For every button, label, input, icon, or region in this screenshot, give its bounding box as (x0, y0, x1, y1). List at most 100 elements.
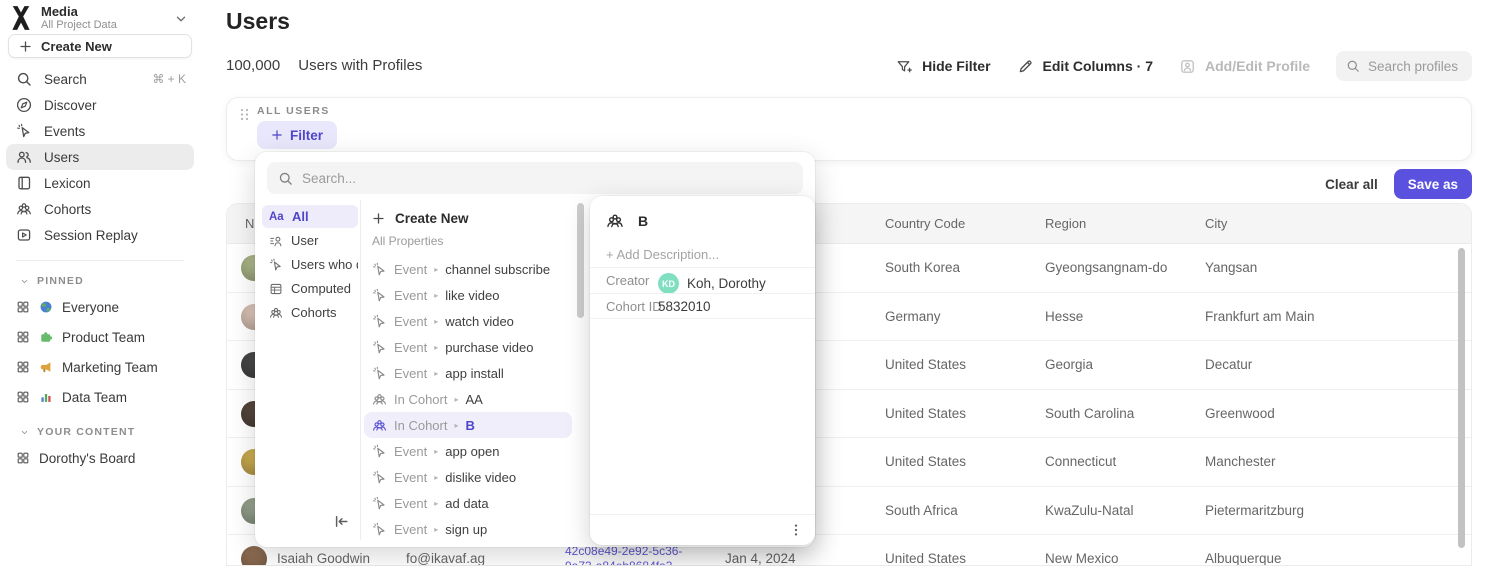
add-filter-button[interactable]: Filter (257, 121, 337, 149)
property-item-event-sign-up[interactable]: Event▸sign up (364, 516, 572, 542)
sidebar-item-search[interactable]: Search⌘ + K (6, 66, 194, 92)
dropdown-scrollbar-thumb[interactable] (577, 203, 584, 318)
property-prefix: In Cohort (394, 418, 447, 433)
sidebar-item-data-team[interactable]: Data Team (6, 382, 194, 412)
filter-category-cohorts[interactable]: Cohorts (262, 301, 358, 324)
hide-filter-button[interactable]: Hide Filter (896, 58, 990, 75)
sidebar-item-everyone[interactable]: Everyone (6, 292, 194, 322)
cell-city: Manchester (1205, 454, 1276, 469)
chevron-down-icon[interactable] (174, 12, 188, 26)
sidebar-item-dorothys-board[interactable]: Dorothy's Board (6, 443, 194, 473)
event-icon (372, 288, 387, 303)
plus-icon (19, 40, 32, 53)
sidebar-item-discover[interactable]: Discover (6, 92, 194, 118)
cohort-id-value: 5832010 (658, 299, 711, 314)
sidebar-item-events[interactable]: Events (6, 118, 194, 144)
property-item-event-channel-subscribe[interactable]: Event▸channel subscribe (364, 256, 572, 282)
property-item-event-purchase-video[interactable]: Event▸purchase video (364, 334, 572, 360)
board-icon (16, 390, 30, 404)
session-replay-icon (16, 227, 32, 243)
cohorts-icon (269, 306, 283, 320)
collapse-left-icon[interactable] (333, 513, 350, 530)
table-scrollbar-thumb[interactable] (1458, 248, 1465, 548)
users-icon (16, 149, 32, 165)
property-item-cohort-AA[interactable]: In Cohort▸AA (364, 386, 572, 412)
dropdown-create-new-button[interactable]: Create New (364, 205, 477, 231)
property-name: purchase video (445, 340, 533, 355)
shortcut-hint: ⌘ + K (152, 72, 186, 86)
board-label: Product Team (62, 330, 145, 345)
event-icon (372, 366, 387, 381)
creator-name: Koh, Dorothy (687, 276, 766, 291)
lexicon-icon (16, 175, 32, 191)
event-icon (372, 340, 387, 355)
filter-category-all[interactable]: AaAll (262, 205, 358, 228)
event-icon (372, 496, 387, 511)
property-item-event-app-install[interactable]: Event▸app install (364, 360, 572, 386)
cohort-icon (606, 212, 624, 230)
add-edit-profile-button[interactable]: Add/Edit Profile (1179, 58, 1310, 75)
dropdown-search-box[interactable] (267, 162, 803, 194)
property-item-event-dislike-video[interactable]: Event▸dislike video (364, 464, 572, 490)
filter-category-computed[interactable]: Computed (262, 277, 358, 300)
sidebar-item-lexicon[interactable]: Lexicon (6, 170, 194, 196)
cell-name: Isaiah Goodwin (277, 551, 370, 566)
clear-all-button[interactable]: Clear all (1325, 177, 1378, 192)
pencil-icon (1017, 58, 1034, 75)
main-content: Users 100,000 Users with Profiles Hide F… (200, 0, 1500, 566)
section-header[interactable]: YOUR CONTENT (6, 421, 194, 443)
create-new-button[interactable]: Create New (8, 34, 192, 58)
property-name: AA (466, 392, 483, 407)
dropdown-categories: AaAllUserUsers who di...ComputedCohorts (262, 205, 358, 325)
cell-user-id[interactable]: 42c08e49-2e92-5c36-9a73-a84eb8684fa3 (565, 544, 685, 566)
column-header-region[interactable]: Region (1045, 216, 1086, 231)
sidebar-item-cohorts[interactable]: Cohorts (6, 196, 194, 222)
property-item-event-ad-data[interactable]: Event▸ad data (364, 490, 572, 516)
dropdown-search-input[interactable] (302, 171, 602, 186)
cell-country: United States (885, 454, 966, 469)
cell-email: fo@ikavaf.ag (406, 551, 485, 566)
drag-handle-icon[interactable] (238, 107, 251, 122)
search-icon (1346, 59, 1360, 73)
category-label: All (292, 209, 309, 224)
user-badge-icon (269, 234, 283, 248)
board-icon (16, 330, 30, 344)
filter-category-users-who-did[interactable]: Users who di... (262, 253, 358, 276)
add-description-button[interactable]: + Add Description... (606, 247, 719, 262)
workspace-switcher[interactable]: Media All Project Data (10, 4, 194, 32)
sidebar-item-product-team[interactable]: Product Team (6, 322, 194, 352)
more-options-icon[interactable] (788, 522, 804, 538)
sidebar-item-marketing-team[interactable]: Marketing Team (6, 352, 194, 382)
property-item-event-watch-video[interactable]: Event▸watch video (364, 308, 572, 334)
cell-country: United States (885, 357, 966, 372)
sidebar-item-session-replay[interactable]: Session Replay (6, 222, 194, 248)
cell-region: Gyeongsangnam-do (1045, 260, 1167, 275)
edit-columns-button[interactable]: Edit Columns · 7 (1017, 58, 1153, 75)
computed-icon (269, 282, 283, 296)
filter-category-user[interactable]: User (262, 229, 358, 252)
cell-region: KwaZulu-Natal (1045, 503, 1134, 518)
sidebar: Media All Project Data Create New Search… (0, 0, 200, 566)
property-item-event-like-video[interactable]: Event▸like video (364, 282, 572, 308)
cohort-id-row: Cohort ID 5832010 (590, 293, 815, 319)
sidebar-item-users[interactable]: Users (6, 144, 194, 170)
search-profiles-input[interactable] (1368, 59, 1462, 74)
save-as-button[interactable]: Save as (1394, 169, 1472, 199)
chevron-down-icon (20, 277, 29, 286)
section-header[interactable]: PINNED (6, 270, 194, 292)
search-profiles-box[interactable] (1336, 51, 1472, 81)
cell-city: Albuquerque (1205, 551, 1282, 566)
board-icon (16, 300, 30, 314)
cell-country: South Africa (885, 503, 958, 518)
user-count: 100,000 (226, 57, 280, 74)
cell-region: South Carolina (1045, 406, 1134, 421)
column-header-city[interactable]: City (1205, 216, 1227, 231)
property-item-event-app-open[interactable]: Event▸app open (364, 438, 572, 464)
property-name: app open (445, 444, 499, 459)
column-header-country[interactable]: Country Code (885, 216, 965, 231)
caret-icon: ▸ (434, 265, 438, 274)
board-icon (16, 360, 30, 374)
caret-icon: ▸ (434, 343, 438, 352)
property-item-cohort-B[interactable]: In Cohort▸B (364, 412, 572, 438)
dropdown-divider (360, 200, 361, 540)
